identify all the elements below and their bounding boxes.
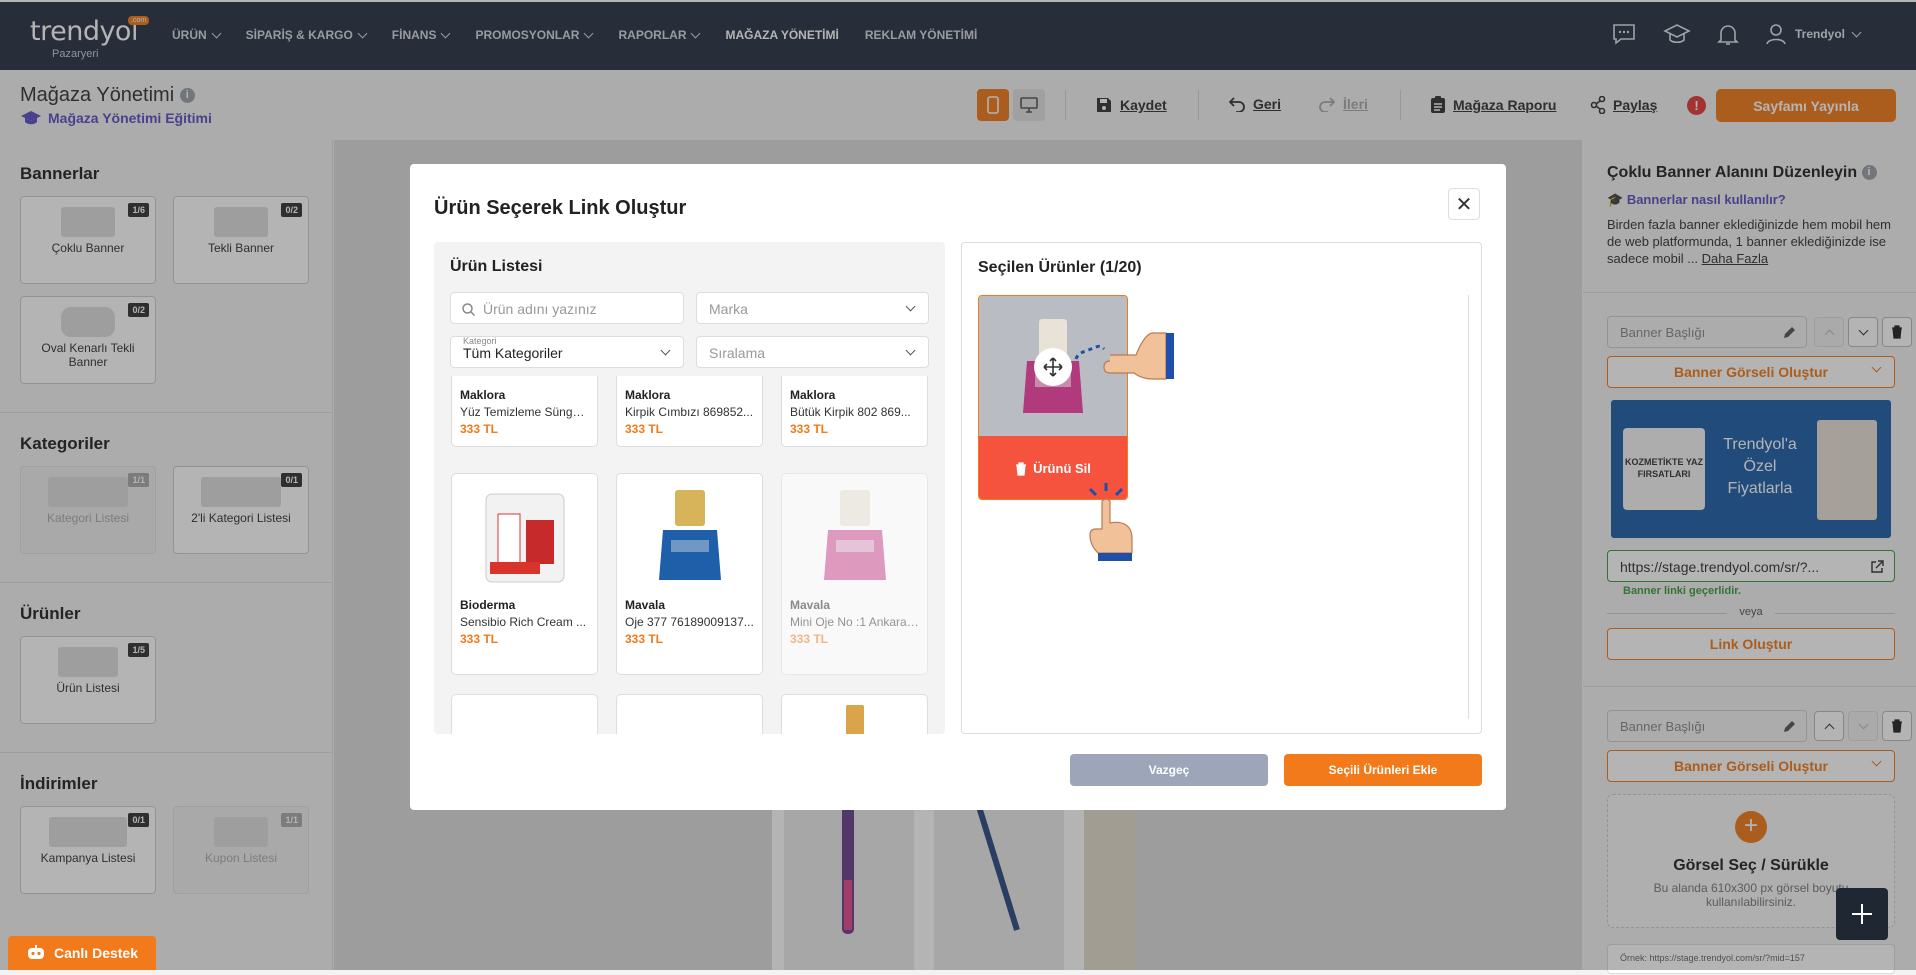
- product-image: [617, 474, 762, 598]
- search-icon: [462, 303, 475, 316]
- cancel-button[interactable]: Vazgeç: [1070, 754, 1268, 786]
- product-brand: Mavala: [625, 598, 666, 612]
- selected-products-title: Seçilen Ürünler (1/20): [978, 259, 1142, 276]
- product-card[interactable]: Maklora Yüz Temizleme Sünger... 333 TL: [451, 376, 598, 447]
- product-card[interactable]: Bioderma Sensibio Rich Cream ... 333 TL: [451, 473, 598, 675]
- product-card[interactable]: Mavala Oje 377 76189009137... 333 TL: [616, 473, 763, 675]
- close-icon: ✕: [1455, 193, 1473, 216]
- product-card-selected[interactable]: Mavala Mini Oje No :1 Ankara ... 333 TL: [781, 473, 928, 675]
- pointing-hand-up-icon: [1088, 483, 1133, 561]
- chevron-down-icon: [905, 301, 916, 312]
- product-price: 333 TL: [460, 632, 499, 646]
- add-selected-products-button[interactable]: Seçili Ürünleri Ekle: [1284, 754, 1482, 786]
- trash-icon: [1016, 461, 1027, 476]
- pink-nail-polish-image: [823, 490, 886, 580]
- product-price: 333 TL: [790, 422, 829, 436]
- product-brand: Maklora: [625, 388, 671, 402]
- product-price: 333 TL: [460, 422, 499, 436]
- product-card[interactable]: Maklora Kirpik Cımbızı 869852... 333 TL: [616, 376, 763, 447]
- add-selected-label: Seçili Ürünleri Ekle: [1328, 763, 1438, 777]
- drag-handle[interactable]: [1034, 348, 1072, 386]
- live-support-button[interactable]: Canlı Destek: [8, 936, 156, 970]
- chevron-down-icon: [660, 345, 671, 356]
- cancel-label: Vazgeç: [1148, 763, 1190, 777]
- search-placeholder: Ürün adını yazınız: [483, 301, 597, 317]
- move-icon: [1043, 357, 1063, 377]
- product-name: Kirpik Cımbızı 869852...: [625, 405, 754, 419]
- brand-placeholder: Marka: [709, 301, 748, 317]
- modal-title: Ürün Seçerek Link Oluştur: [434, 197, 687, 219]
- sort-placeholder: Sıralama: [709, 345, 766, 361]
- product-name: Sensibio Rich Cream ...: [460, 615, 587, 629]
- product-brand: Maklora: [460, 388, 506, 402]
- product-card[interactable]: [616, 694, 763, 734]
- product-price: 333 TL: [790, 632, 829, 646]
- product-list-panel: Ürün Listesi Ürün adını yazınız Marka Ka…: [434, 242, 945, 734]
- product-price: 333 TL: [625, 422, 664, 436]
- pointing-hand-left-icon: [1074, 332, 1174, 380]
- product-link-modal: Ürün Seçerek Link Oluştur ✕ Ürün Listesi…: [410, 164, 1506, 810]
- category-value: Tüm Kategoriler: [463, 345, 563, 361]
- selected-scrollbar[interactable]: [1468, 295, 1469, 719]
- bioderma-pack-image: [485, 493, 564, 583]
- product-brand: Bioderma: [460, 598, 516, 612]
- category-select[interactable]: Kategori Tüm Kategoriler: [450, 336, 684, 368]
- product-list-title: Ürün Listesi: [450, 258, 543, 275]
- close-button[interactable]: ✕: [1448, 188, 1480, 220]
- robot-icon: [27, 945, 44, 959]
- product-image: [782, 474, 927, 598]
- chevron-down-icon: [905, 345, 916, 356]
- plus-icon: [1852, 904, 1872, 924]
- product-brand: Maklora: [790, 388, 836, 402]
- product-brand: Mavala: [790, 598, 831, 612]
- product-card[interactable]: Maklora Bütük Kirpik 802 869... 333 TL: [781, 376, 928, 447]
- blue-nail-polish-image: [658, 490, 721, 580]
- product-card[interactable]: [451, 694, 598, 734]
- product-card[interactable]: [781, 694, 928, 734]
- category-label: Kategori: [463, 336, 497, 346]
- add-component-fab[interactable]: [1836, 888, 1888, 940]
- product-image: [845, 705, 864, 734]
- product-name: Bütük Kirpik 802 869...: [790, 405, 911, 419]
- selected-products-panel: Seçilen Ürünler (1/20) Ürünü Sil: [961, 242, 1482, 734]
- product-name: Yüz Temizleme Sünger...: [460, 405, 593, 419]
- product-image: [452, 474, 597, 598]
- product-search-input[interactable]: Ürün adını yazınız: [450, 292, 684, 324]
- brand-select[interactable]: Marka: [696, 292, 929, 324]
- product-name: Mini Oje No :1 Ankara ...: [790, 615, 921, 629]
- delete-product-label: Ürünü Sil: [1033, 461, 1091, 476]
- product-name: Oje 377 76189009137...: [625, 615, 754, 629]
- sort-select[interactable]: Sıralama: [696, 336, 929, 368]
- live-support-label: Canlı Destek: [53, 945, 139, 961]
- product-price: 333 TL: [625, 632, 664, 646]
